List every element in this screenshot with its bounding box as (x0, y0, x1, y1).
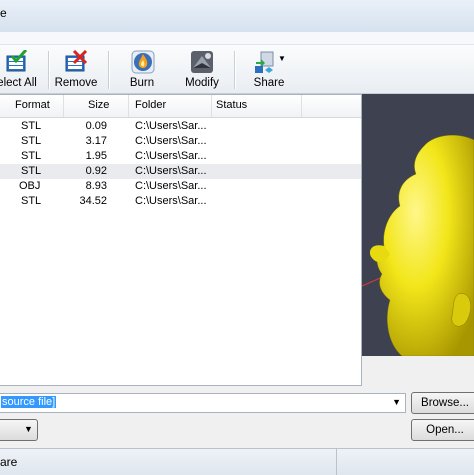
remove-button[interactable]: Remove (53, 48, 99, 90)
select-all-label: elect All (0, 77, 37, 89)
toolbar-separator (48, 51, 50, 89)
browse-button[interactable]: Browse... (411, 392, 474, 414)
status-divider (336, 449, 337, 475)
folder-cell: C:\Users\Sar... (135, 150, 207, 162)
column-header-status[interactable]: Status (216, 99, 247, 111)
table-row[interactable]: STL 34.52 C:\Users\Sar... (0, 194, 361, 209)
file-list[interactable]: Format Size Folder Status STL 0.09 C:\Us… (0, 94, 362, 386)
source-file-combobox[interactable]: source file] ▼ (0, 393, 406, 413)
burn-button[interactable]: Burn (118, 48, 166, 90)
chevron-down-icon[interactable]: ▼ (24, 424, 33, 434)
select-all-icon (6, 50, 28, 72)
file-list-header: Format Size Folder Status (0, 95, 361, 118)
title-bar: e (0, 0, 474, 33)
option-dropdown[interactable]: ▼ (0, 419, 38, 441)
size-cell: 0.09 (85, 120, 107, 132)
status-text: are (0, 455, 18, 469)
format-cell: STL (21, 195, 42, 207)
remove-label: Remove (54, 77, 98, 89)
window-title: e (0, 6, 7, 20)
share-icon (255, 51, 274, 73)
folder-cell: C:\Users\Sar... (135, 120, 207, 132)
open-button[interactable]: Open... (411, 419, 474, 441)
burn-label: Burn (129, 77, 155, 89)
source-file-value[interactable]: source file] (1, 396, 57, 408)
column-header-size[interactable]: Size (88, 99, 109, 111)
folder-cell: C:\Users\Sar... (135, 180, 207, 192)
size-cell: 3.17 (85, 135, 107, 147)
folder-cell: C:\Users\Sar... (135, 135, 207, 147)
format-cell: STL (21, 120, 42, 132)
format-cell: STL (21, 165, 42, 177)
table-row[interactable]: STL 0.09 C:\Users\Sar... (0, 119, 361, 134)
modify-label: Modify (185, 77, 219, 89)
table-row[interactable]: STL 1.95 C:\Users\Sar... (0, 149, 361, 164)
size-cell: 34.52 (79, 195, 107, 207)
remove-icon (65, 50, 88, 72)
3d-preview-viewport[interactable] (361, 94, 474, 357)
column-header-folder[interactable]: Folder (135, 99, 166, 111)
menu-bar (0, 32, 474, 45)
modify-icon (191, 51, 213, 73)
format-cell: STL (21, 150, 42, 162)
table-row-selected[interactable]: STL 0.92 C:\Users\Sar... (0, 164, 361, 179)
select-all-button[interactable]: elect All (0, 48, 40, 90)
toolbar-separator (234, 51, 236, 89)
table-row[interactable]: STL 3.17 C:\Users\Sar... (0, 134, 361, 149)
folder-cell: C:\Users\Sar... (135, 165, 207, 177)
folder-cell: C:\Users\Sar... (135, 195, 207, 207)
format-cell: OBJ (19, 180, 41, 192)
size-cell: 0.92 (85, 165, 107, 177)
status-bar: are (0, 448, 474, 475)
chevron-down-icon[interactable]: ▼ (392, 397, 401, 407)
size-cell: 8.93 (85, 180, 107, 192)
toolbar-separator (108, 51, 110, 89)
duck-model-render (361, 134, 474, 357)
share-label: Share (253, 77, 285, 89)
format-cell: STL (21, 135, 42, 147)
table-row[interactable]: OBJ 8.93 C:\Users\Sar... (0, 179, 361, 194)
toolbar: elect All Remove Burn Modify ▼ Share (0, 45, 474, 94)
share-dropdown-arrow-icon[interactable]: ▼ (278, 54, 286, 63)
column-header-format[interactable]: Format (15, 99, 50, 111)
modify-button[interactable]: Modify (178, 48, 226, 90)
burn-icon (131, 50, 155, 74)
source-row: source file] ▼ Browse... (0, 390, 474, 416)
size-cell: 1.95 (85, 150, 107, 162)
share-button[interactable]: ▼ Share (246, 48, 292, 90)
